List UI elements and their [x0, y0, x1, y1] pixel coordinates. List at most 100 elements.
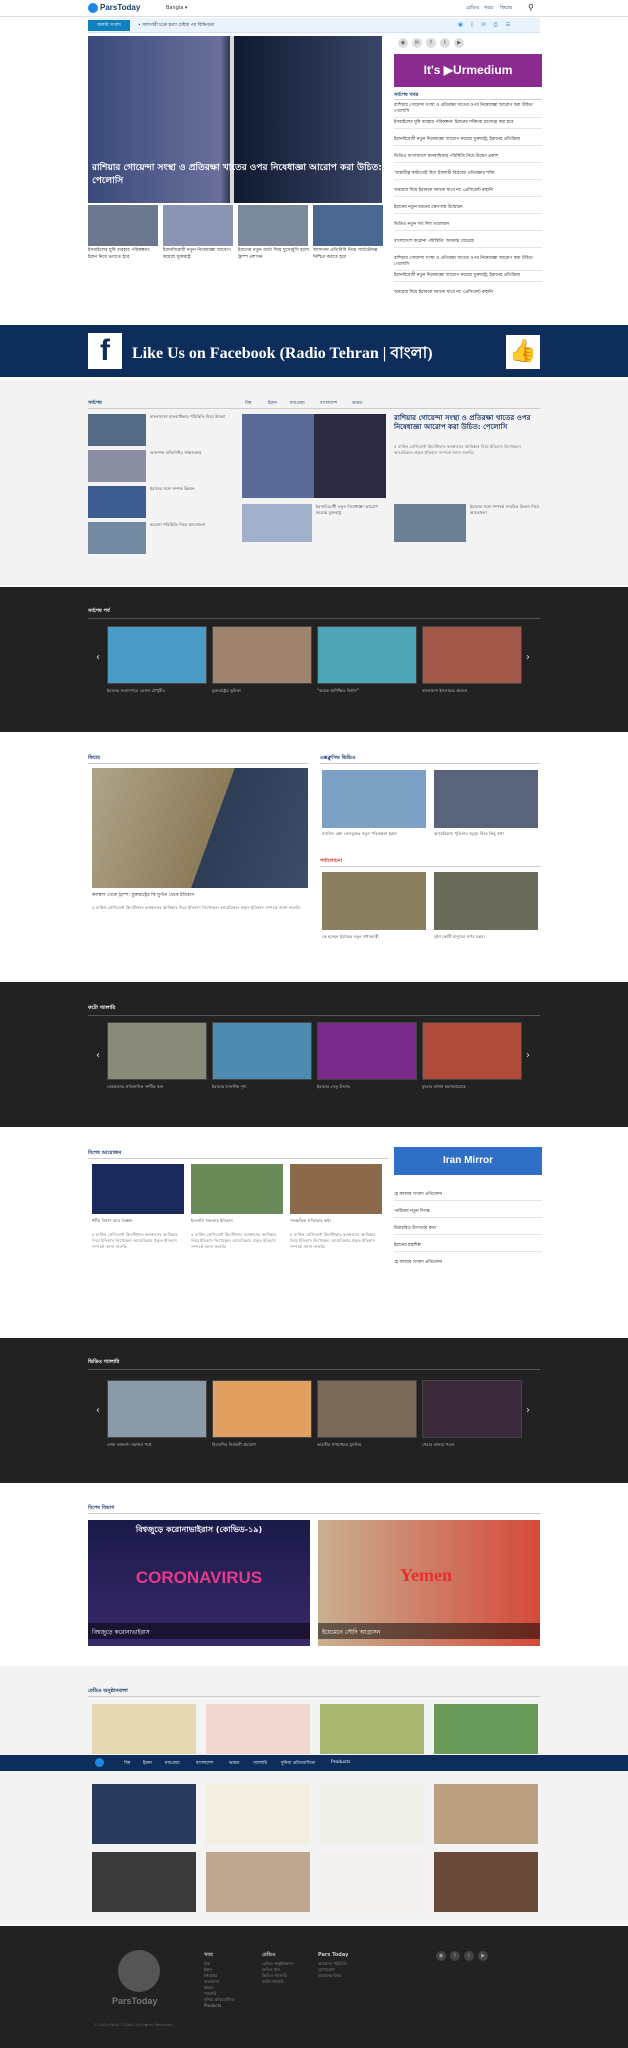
carousel-prev-arrow[interactable]: ‹: [96, 1050, 100, 1061]
tab-middle-east[interactable]: মধ্যপ্রাচ্য: [290, 400, 305, 407]
footer-link[interactable]: আমাদের বিষয়: [318, 1973, 347, 1979]
right-news-item[interactable]: অবরোধ দিয়ে ইরানকে দমানো যাবে না: প্রেসি…: [394, 290, 542, 298]
youtube-icon[interactable]: ▶: [478, 1951, 488, 1961]
feature-image[interactable]: [92, 768, 308, 888]
video-caption[interactable]: এখন তারুণ্যে সমর্থনে পথে: [107, 1442, 207, 1448]
latest-thumb[interactable]: [88, 450, 146, 482]
photo-card[interactable]: [212, 1022, 312, 1080]
review-thumb[interactable]: [434, 872, 538, 930]
right-news-item[interactable]: রাশিয়ার গোয়েন্দা সংস্থা ও প্রতিরক্ষা খ…: [394, 103, 542, 118]
right-news-item[interactable]: বাংলাদেশে করোনা পরিস্থিতি: আক্রান্ত বেড়…: [394, 239, 542, 248]
video-caption[interactable]: বিজেপির নির্বাচনী প্রচারণা: [212, 1442, 312, 1448]
special-report-thumb[interactable]: [191, 1164, 283, 1214]
radio-program-card[interactable]: [206, 1704, 310, 1754]
hero-thumb-caption[interactable]: ইসরাইলের ঘুষি ব্যবহার পরিকল্পনা: ইরান নি…: [88, 248, 160, 261]
carousel-next-arrow[interactable]: ›: [526, 652, 530, 663]
video-card[interactable]: [212, 1380, 312, 1438]
latest-thumb[interactable]: [88, 522, 146, 554]
program-card[interactable]: [422, 626, 522, 684]
hero-thumb[interactable]: [163, 205, 233, 246]
tab-bangladesh[interactable]: বাংলাদেশ: [320, 400, 337, 407]
radio-program-card[interactable]: [434, 1852, 538, 1912]
hero-thumb[interactable]: [313, 205, 383, 246]
carousel-prev-arrow[interactable]: ‹: [96, 1405, 100, 1416]
latest-item[interactable]: বাংলাদেশে মানবাধিকার পরিস্থিতি নিয়ে উদ্…: [150, 414, 232, 420]
iran-mirror-item[interactable]: ইরানের হস্তশিল্প: [394, 1243, 542, 1252]
latest-main-image[interactable]: [242, 414, 386, 498]
program-caption[interactable]: যুক্তরাষ্ট্রের ভূমিকা: [212, 688, 312, 694]
radio-program-card[interactable]: [320, 1704, 424, 1754]
special-report-caption[interactable]: ইসলামি সভ্যতার ইতিহাস: [191, 1218, 283, 1224]
special-report-thumb[interactable]: [92, 1164, 184, 1214]
radio-program-card[interactable]: [92, 1704, 196, 1754]
latest-right-caption[interactable]: ইরানের সঙ্গে সম্পর্কে সামরিক উদ্বেগ নিয়…: [470, 504, 542, 516]
program-caption[interactable]: বাংলাদেশ ইসলামের প্রচলন: [422, 688, 522, 694]
parstoday-logo-icon[interactable]: [88, 3, 98, 13]
right-news-item[interactable]: ভিডিও বাংলাদেশে মানবাধিকার পরিস্থিতি নিয…: [394, 154, 542, 163]
video-caption[interactable]: ভারতীয় গণমাধ্যমে মুসলিম: [317, 1442, 417, 1448]
photo-card[interactable]: [422, 1022, 522, 1080]
latest-item[interactable]: করোনা পরিস্থিতি নিয়ে আলোচনা: [150, 522, 232, 528]
tab-india[interactable]: ভারত: [352, 400, 363, 407]
language-select[interactable]: Bangla ▾: [166, 5, 187, 11]
special-news-left-caption[interactable]: বিশ্বজুড়ে করোনাভাইরাস: [88, 1623, 310, 1639]
program-caption[interactable]: “কয়েক অশিক্ষিত বিশ্বাস”: [317, 688, 417, 694]
latest-mid-thumb[interactable]: [242, 504, 312, 542]
ticker-icons[interactable]: ▣▯✉⎙☰: [458, 22, 538, 30]
special-report-thumb[interactable]: [290, 1164, 382, 1214]
photo-caption[interactable]: ইরানের নৈসর্গিক দৃশ্য: [212, 1084, 312, 1090]
iran-mirror-item[interactable]: চিরাচরিত উৎসবের কথা: [394, 1226, 542, 1235]
rss-icon[interactable]: ◉: [436, 1951, 446, 1961]
carousel-next-arrow[interactable]: ›: [526, 1405, 530, 1416]
right-news-item[interactable]: রাশিয়ার গোয়েন্দা সংস্থা ও প্রতিরক্ষা খ…: [394, 256, 542, 271]
radio-program-card[interactable]: [92, 1784, 196, 1844]
footer-link[interactable]: Products: [204, 2003, 235, 2009]
twitter-icon[interactable]: t: [464, 1951, 474, 1961]
video-card[interactable]: [317, 1380, 417, 1438]
nav-news[interactable]: খবর: [484, 5, 493, 13]
exclusive-video-caption[interactable]: মসজিদ রক্ষা ফেসবুকের নতুন পরিকল্পনা ইরান: [322, 831, 426, 837]
bottom-nav-gallery[interactable]: গ্যালারি: [253, 1760, 267, 1767]
photo-caption[interactable]: ফুলের বাগান মহাসমারোহে: [422, 1084, 522, 1090]
iran-mirror-item[interactable]: পর্যটনের নতুন দিগন্ত: [394, 1209, 542, 1218]
photo-card[interactable]: [317, 1022, 417, 1080]
right-news-item[interactable]: 'অস্থায়ীত্ব কাটাতেই' ঈদে ইসলামী বিপ্লবে…: [394, 171, 542, 180]
facebook-icon[interactable]: f: [450, 1951, 460, 1961]
ticker-text[interactable]: • সালগারী চক্রে হত্যা চেষ্টার পর বিক্ষিপ…: [138, 22, 215, 29]
bottom-nav-world[interactable]: বিশ্ব: [124, 1760, 130, 1767]
hero-thumb[interactable]: [88, 205, 158, 246]
footer-link[interactable]: ফটো গ্যালারি: [262, 1979, 294, 1985]
hero-caption[interactable]: রাশিয়ার গোয়েন্দা সংস্থা ও প্রতিরক্ষা খ…: [92, 162, 382, 188]
facebook-banner-text[interactable]: Like Us on Facebook (Radio Tehran | বাংল…: [132, 340, 512, 367]
review-thumb[interactable]: [322, 872, 426, 930]
radio-program-card[interactable]: [434, 1704, 538, 1754]
bottom-nav-iran[interactable]: ইরান: [143, 1760, 152, 1767]
iran-mirror-banner[interactable]: Iran Mirror: [394, 1147, 542, 1175]
program-card[interactable]: [212, 626, 312, 684]
iran-mirror-item[interactable]: হে কাজার সংবাদ প্রতিবেদন: [394, 1192, 542, 1201]
bottom-nav-bangladesh[interactable]: বাংলাদেশ: [196, 1760, 213, 1767]
right-news-item[interactable]: ইরানের নতুন ধরনের ক্ষেপণাস্ত্র উন্মোচন: [394, 205, 542, 214]
right-news-item[interactable]: ইরানবিরোধী নতুন নিষেধাজ্ঞা আরোপ করেছে যু…: [394, 137, 542, 146]
radio-program-card[interactable]: [206, 1852, 310, 1912]
radio-program-card[interactable]: [206, 1784, 310, 1844]
right-news-item[interactable]: অবরোধ দিয়ে ইরানকে দমানো যাবে না: প্রেসি…: [394, 188, 542, 197]
photo-card[interactable]: [107, 1022, 207, 1080]
hero-thumb-caption[interactable]: আফগান প্রতিনিধি নিয়ে সার্বভৌমত্ব নিশ্চি…: [313, 248, 385, 261]
latest-mid-caption[interactable]: ইরানবিরোধী নতুন নিষেধাজ্ঞা আরোপ করেছে যু…: [316, 504, 388, 516]
parstoday-logo-icon[interactable]: [95, 1758, 104, 1767]
bottom-nav-india[interactable]: ভারত: [229, 1760, 240, 1767]
site-logo[interactable]: ParsToday: [100, 3, 140, 12]
review-caption[interactable]: দুইশ কোটি মানুষের ওপর মন্তব্য: [434, 934, 538, 940]
program-card[interactable]: [107, 626, 207, 684]
special-report-caption[interactable]: ধর্মীয় বিশ্বাস আর বিজ্ঞান: [92, 1218, 184, 1224]
review-caption[interactable]: কে হচ্ছেন ইরাকের নতুন প্রধানমন্ত্রী: [322, 934, 426, 940]
right-news-item[interactable]: ইসরাইলের ঘুষি ব্যবহার পরিকল্পনা: ইরানের …: [394, 120, 542, 129]
latest-item[interactable]: ইরানের সঙ্গে সম্পর্ক উন্নয়ন: [150, 486, 232, 492]
latest-item[interactable]: আফগান প্রতিনিধির সাক্ষাৎকার: [150, 450, 232, 456]
facebook-icon[interactable]: f: [426, 38, 436, 48]
special-report-caption[interactable]: সাংস্কৃতিক ঐতিহ্যের কথা: [290, 1218, 382, 1224]
exclusive-video-caption[interactable]: আমেরিকায় পুলিশের জুলুম নিয়ে কিছু কথা: [434, 831, 538, 837]
special-news-right-caption[interactable]: ইয়েমেনে সৌদি আগ্রাসন: [318, 1623, 540, 1639]
twitter-icon[interactable]: t: [440, 38, 450, 48]
